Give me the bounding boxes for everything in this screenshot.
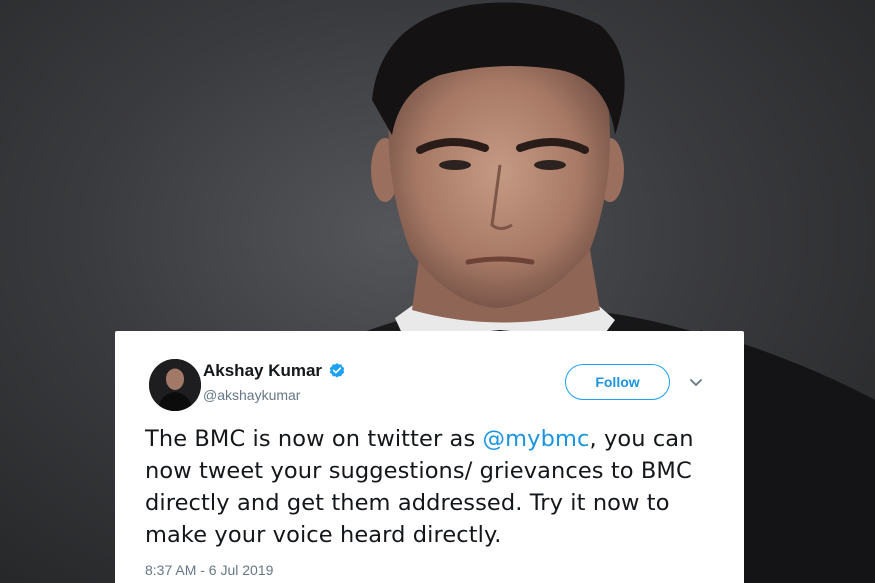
user-handle[interactable]: @akshaykumar — [203, 387, 300, 403]
mention-link[interactable]: @mybmc — [483, 426, 590, 452]
tweet-timestamp[interactable]: 8:37 AM - 6 Jul 2019 — [145, 562, 273, 578]
chevron-down-icon[interactable] — [687, 373, 705, 391]
tweet-card: Akshay Kumar @akshaykumar Follow The BMC… — [115, 331, 744, 583]
follow-button[interactable]: Follow — [565, 364, 670, 400]
tweet-text: The BMC is now on twitter as @mybmc, you… — [145, 423, 725, 551]
tweet-text-part1: The BMC is now on twitter as — [145, 426, 483, 452]
avatar[interactable] — [149, 359, 201, 411]
author-name-row: Akshay Kumar — [203, 361, 346, 381]
avatar-image — [149, 359, 201, 411]
display-name[interactable]: Akshay Kumar — [203, 361, 322, 381]
verified-badge-icon — [328, 362, 346, 380]
